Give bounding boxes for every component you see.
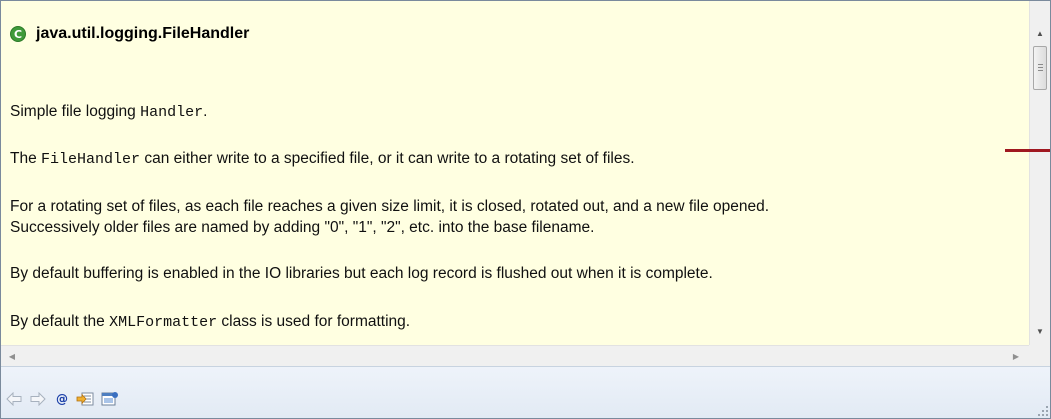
doc-text-line-1: For a rotating set of files, as each fil…	[10, 198, 770, 215]
scroll-down-arrow-icon[interactable]: ▼	[1030, 321, 1050, 341]
scroll-up-arrow-icon[interactable]: ▲	[1030, 23, 1050, 43]
javadoc-toolbar: @	[1, 366, 1050, 418]
javadoc-header: C java.util.logging.FileHandler	[10, 25, 249, 43]
doc-text: Simple file logging	[10, 103, 141, 120]
scroll-right-arrow-icon[interactable]: ▶	[1007, 346, 1025, 366]
doc-paragraph-2: The FileHandler can either write to a sp…	[10, 148, 635, 170]
red-marker-line	[1005, 149, 1050, 152]
doc-paragraph-4: By default buffering is enabled in the I…	[10, 265, 713, 282]
code-xmlformatter: XMLFormatter	[109, 314, 218, 331]
open-declaration-icon[interactable]	[75, 389, 95, 409]
doc-paragraph-1: Simple file logging Handler.	[10, 101, 207, 123]
doc-paragraph-5: By default the XMLFormatter class is use…	[10, 311, 410, 333]
doc-text: The	[10, 150, 42, 167]
doc-text: class is used for formatting.	[217, 313, 411, 330]
open-attached-javadoc-icon[interactable]	[100, 389, 120, 409]
javadoc-at-icon[interactable]: @	[52, 389, 72, 409]
class-icon: C	[10, 26, 26, 42]
javadoc-hover-popup: C java.util.logging.FileHandler Simple f…	[0, 0, 1051, 419]
doc-text-line-2: Successively older files are named by ad…	[10, 219, 595, 236]
code-handler: Handler	[140, 104, 204, 121]
doc-paragraph-3: For a rotating set of files, as each fil…	[10, 196, 769, 238]
forward-icon[interactable]	[28, 389, 48, 409]
code-filehandler: FileHandler	[41, 151, 141, 168]
horizontal-scrollbar[interactable]: ◀ ▶	[1, 345, 1029, 366]
scroll-left-arrow-icon[interactable]: ◀	[3, 346, 21, 366]
resize-grip-icon[interactable]	[1038, 406, 1048, 416]
javadoc-title: java.util.logging.FileHandler	[36, 25, 250, 42]
doc-text: By default the	[10, 313, 110, 330]
scrollbar-corner	[1029, 345, 1050, 366]
vertical-scroll-thumb[interactable]	[1033, 46, 1047, 90]
doc-text: can either write to a specified file, or…	[140, 150, 635, 167]
doc-text: .	[203, 103, 208, 120]
vertical-scrollbar[interactable]: ▲ ▼	[1029, 1, 1050, 345]
back-icon[interactable]	[4, 389, 24, 409]
javadoc-content: C java.util.logging.FileHandler Simple f…	[1, 1, 1029, 345]
